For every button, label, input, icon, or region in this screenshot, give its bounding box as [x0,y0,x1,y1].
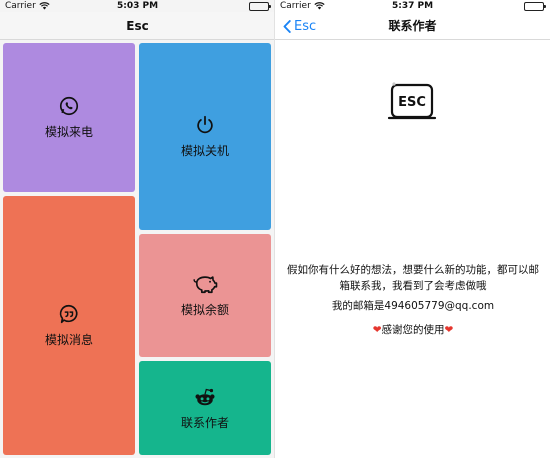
esc-key-logo: ESC [387,80,437,126]
thanks-line: ❤感谢您的使用❤ [282,322,544,338]
power-icon [197,115,213,134]
contact-author-screen: Carrier 5:37 PM Esc 联系作者 [275,0,550,458]
tile-label: 模拟消息 [44,333,93,347]
heart-icon: ❤ [372,324,382,336]
status-time: 5:37 PM [391,1,434,11]
navigation-bar: Esc 联系作者 [275,12,550,40]
message-icon [59,304,78,324]
tile-label: 模拟余额 [180,303,229,317]
tile-fake-shutdown[interactable]: 模拟关机 [139,43,271,230]
tile-contact-author[interactable]: 联系作者 [139,361,271,455]
tile-label: 模拟来电 [44,125,93,139]
message-text: 假如你有什么好的想法，想要什么新的功能，都可以邮箱联系我，我看到了会考虑做哦 [287,264,539,292]
phone-icon [59,96,79,116]
navigation-bar: Esc [0,12,275,40]
tile-fake-call[interactable]: 模拟来电 [3,43,135,192]
status-time: 5:03 PM [116,1,159,11]
thanks-text: 感谢您的使用 [381,324,445,336]
nav-title: 联系作者 [388,19,437,33]
esc-logo-text: ESC [398,95,426,110]
battery-icon [524,2,546,11]
heart-icon: ❤ [444,324,454,336]
tile-fake-balance[interactable]: 模拟余额 [139,234,271,357]
nav-title: Esc [126,19,149,33]
battery-icon [249,2,271,11]
tile-label: 模拟关机 [180,144,229,158]
reddit-icon [195,388,215,405]
piggy-bank-icon [193,276,218,294]
tile-fake-message[interactable]: 模拟消息 [3,196,135,455]
email-text: 我的邮箱是494605779@qq.com [331,300,495,312]
status-bar: Carrier 5:37 PM [275,0,550,12]
main-screen: Carrier 5:03 PM Esc 模拟来电 模拟关机 模拟消息 模拟余额 … [0,0,275,458]
tile-label: 联系作者 [180,415,229,430]
status-bar: Carrier 5:03 PM [0,0,275,12]
